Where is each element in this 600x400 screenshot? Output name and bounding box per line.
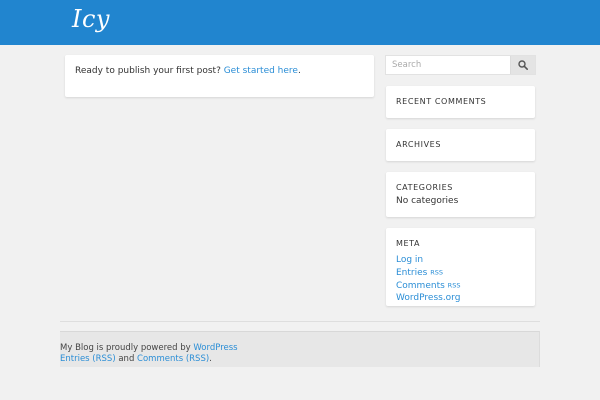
categories-title: CATEGORIES: [396, 183, 453, 192]
entries-feed-link[interactable]: Entries (RSS): [60, 354, 116, 364]
categories-widget: CATEGORIES No categories: [386, 172, 535, 217]
post-message-suffix: .: [297, 66, 301, 76]
search-form: [385, 55, 536, 75]
powered-by-text: My Blog is proudly powered by: [60, 343, 194, 353]
recent-comments-widget: RECENT COMMENTS: [386, 86, 535, 118]
get-started-link[interactable]: Get started here: [224, 66, 298, 76]
post-message-text: Ready to publish your first post?: [75, 66, 224, 76]
site-title[interactable]: Icy: [72, 5, 110, 33]
list-item: Entries RSS: [396, 267, 460, 280]
footer-period: .: [209, 354, 212, 364]
search-button[interactable]: [510, 56, 535, 74]
footer-text: My Blog is proudly powered by WordPress …: [60, 343, 238, 365]
and-text: and: [115, 354, 138, 364]
entries-link-label: Entries: [396, 268, 428, 279]
footer-powered-line: My Blog is proudly powered by WordPress: [60, 343, 238, 354]
archives-widget: ARCHIVES: [386, 129, 535, 161]
recent-comments-title: RECENT COMMENTS: [396, 97, 487, 106]
site-footer: My Blog is proudly powered by WordPress …: [60, 331, 540, 367]
footer-divider: [60, 321, 540, 322]
rss-badge: RSS: [430, 268, 444, 277]
search-input[interactable]: [386, 56, 510, 74]
meta-title: META: [396, 239, 421, 248]
footer-feeds-line: Entries (RSS) and Comments (RSS).: [60, 354, 238, 365]
entries-rss-link[interactable]: Entries RSS: [396, 268, 443, 278]
rss-badge: RSS: [447, 281, 461, 289]
search-icon: [518, 60, 528, 70]
list-item: WordPress.org: [396, 292, 460, 305]
post-message: Ready to publish your first post? Get st…: [75, 66, 301, 76]
list-item: Comments RSS: [396, 279, 460, 292]
post-card: Ready to publish your first post? Get st…: [65, 55, 374, 97]
site-header: Icy: [0, 0, 600, 45]
comments-feed-link[interactable]: Comments (RSS): [137, 354, 209, 364]
wordpress-org-link[interactable]: WordPress.org: [396, 293, 460, 303]
list-item: Log in: [396, 254, 460, 267]
meta-links: Log in Entries RSS Comments RSS WordPres…: [396, 254, 460, 304]
wordpress-link[interactable]: WordPress: [193, 343, 237, 353]
comments-rss-link[interactable]: Comments RSS: [396, 281, 460, 291]
no-categories-text: No categories: [396, 196, 459, 206]
archives-title: ARCHIVES: [396, 140, 441, 149]
meta-widget: META Log in Entries RSS Comments RSS Wor…: [386, 228, 535, 306]
comments-link-label: Comments: [396, 280, 445, 291]
log-in-link[interactable]: Log in: [396, 255, 423, 265]
